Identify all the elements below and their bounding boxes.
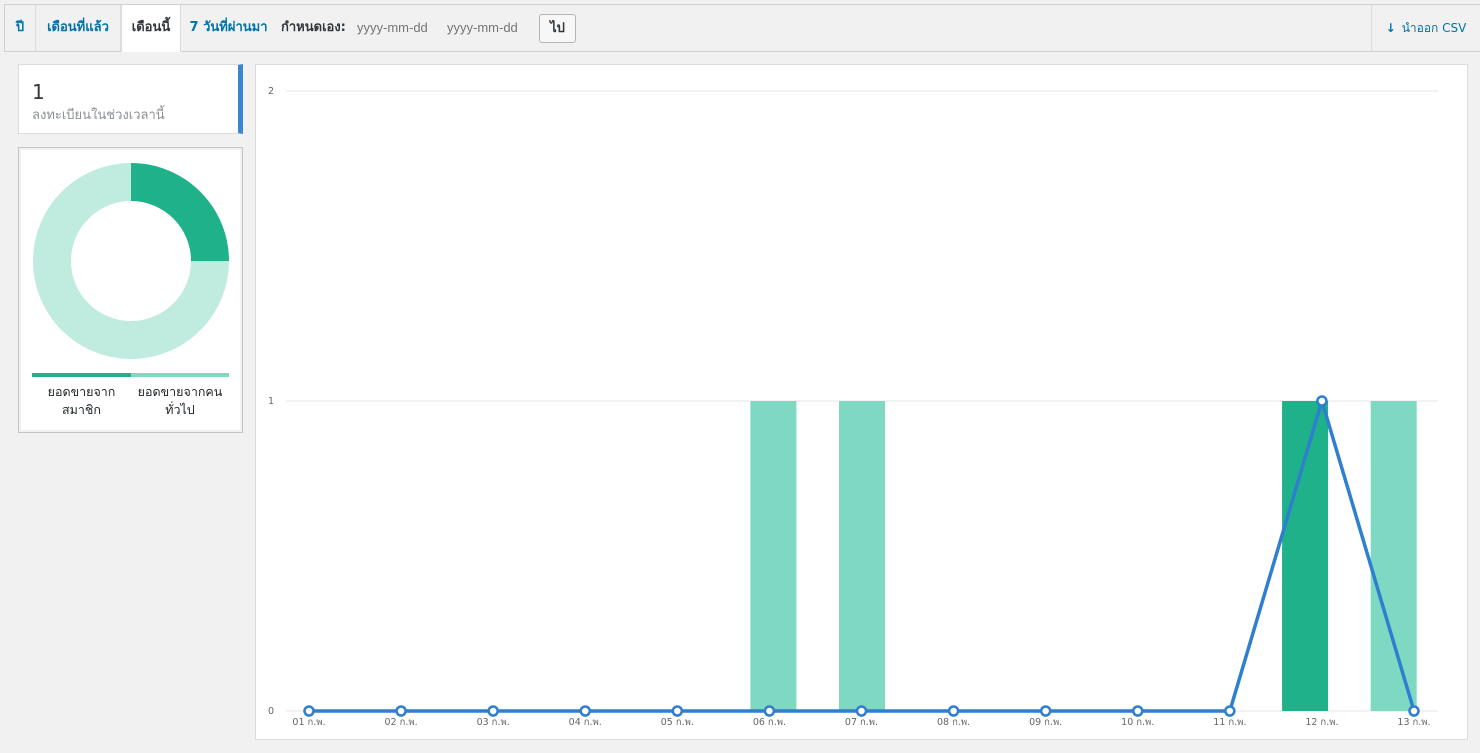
legend-label-members: ยอดขายจาก สมาชิก: [47, 384, 116, 417]
x-tick-label: 08 ก.พ.: [937, 717, 970, 728]
series-point: [671, 705, 684, 717]
registrations-chart: 0 1 2 01 ก.พ. 02 ก.พ. 03 ก.พ. 04 ก.พ. 05 ก.พ. 0…: [268, 86, 1438, 728]
x-tick-label: 02 ก.พ.: [384, 717, 417, 728]
series-point: [1408, 705, 1420, 717]
x-tick-label: 13 ก.พ.: [1397, 717, 1430, 728]
series-point: [303, 705, 315, 717]
tab-this-month[interactable]: เดือนนี้: [121, 5, 181, 52]
series-point: [1039, 705, 1052, 717]
series-point: [579, 705, 591, 717]
end-date-input[interactable]: [447, 15, 527, 41]
export-csv-label: นำออก CSV: [1401, 21, 1467, 35]
go-button[interactable]: ไป: [539, 14, 576, 43]
chart-bar: [1282, 401, 1329, 711]
sales-donut-panel: ยอดขายจาก สมาชิก ยอดขายจากคน ทั่วไป: [18, 147, 243, 433]
x-tick-label: 03 ก.พ.: [477, 717, 510, 728]
x-tick-label: 05 ก.พ.: [661, 717, 694, 728]
y-tick-label: 0: [268, 706, 274, 717]
registrations-chart-panel: 0 1 2 01 ก.พ. 02 ก.พ. 03 ก.พ. 04 ก.พ. 05 ก.พ. 0…: [255, 64, 1468, 740]
series-point: [1224, 705, 1236, 717]
tab-year[interactable]: ปี: [5, 5, 36, 51]
x-tick-label: 07 ก.พ.: [845, 717, 878, 728]
y-tick-label: 1: [268, 396, 274, 407]
donut-slice: [131, 163, 229, 261]
series-point: [487, 705, 499, 717]
x-tick-label: 12 ก.พ.: [1305, 717, 1338, 728]
summary-card[interactable]: 1 ลงทะเบียนในช่วงเวลานี้: [18, 64, 243, 134]
chart-bar: [750, 401, 797, 711]
tab-last-7-days[interactable]: 7 วันที่ผ่านมา: [181, 5, 276, 51]
summary-value: 1: [32, 80, 45, 104]
chart-bar: [1370, 401, 1417, 711]
legend-label-guests: ยอดขายจากคน ทั่วไป: [137, 384, 223, 417]
chart-bar: [839, 401, 885, 711]
y-tick-label: 2: [268, 86, 274, 97]
series-point: [395, 705, 407, 717]
series-point: [1316, 395, 1328, 407]
custom-range-label: กำหนดเอง:: [281, 20, 346, 35]
x-tick-label: 09 ก.พ.: [1029, 717, 1062, 728]
summary-label: ลงทะเบียนในช่วงเวลานี้: [32, 108, 165, 123]
start-date-input[interactable]: [357, 15, 437, 41]
series-point: [947, 705, 960, 717]
sales-donut-chart: [33, 163, 229, 359]
series-point: [855, 705, 868, 717]
series-point: [763, 705, 776, 717]
arrow-down-icon: ↓: [1385, 21, 1396, 35]
report-range-bar: ปี เดือนที่แล้ว เดือนนี้ 7 วันที่ผ่านมา …: [4, 4, 1480, 52]
x-tick-label: 04 ก.พ.: [569, 717, 602, 728]
legend-swatch-members: [32, 373, 131, 377]
tab-last-month[interactable]: เดือนที่แล้ว: [36, 5, 121, 51]
legend-swatch-guests: [131, 373, 229, 377]
export-csv-link[interactable]: ↓ นำออก CSV: [1371, 5, 1480, 51]
series-point: [1132, 705, 1144, 717]
x-tick-label: 10 ก.พ.: [1121, 717, 1154, 728]
x-tick-label: 11 ก.พ.: [1213, 717, 1246, 728]
x-tick-label: 01 ก.พ.: [292, 717, 325, 728]
x-tick-label: 06 ก.พ.: [753, 717, 786, 728]
